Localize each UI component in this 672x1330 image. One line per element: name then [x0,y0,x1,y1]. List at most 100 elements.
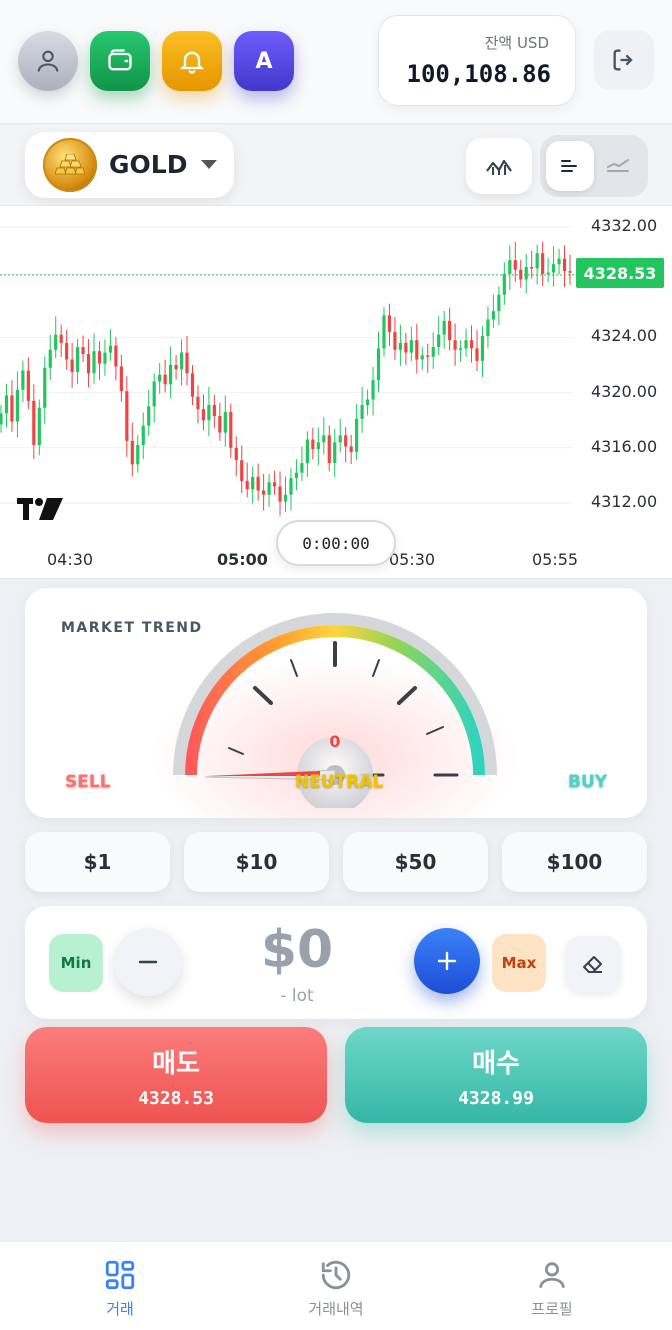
logout-button[interactable] [594,30,654,90]
candle-body [81,347,85,354]
balance-label: 잔액 USD [484,34,549,52]
candle-body [37,407,41,446]
candle-body [562,258,567,272]
candle-body [382,315,386,349]
candle-body [508,260,512,274]
indicator-chart-icon [486,159,512,175]
sell-button[interactable]: 매도 4328.53 [25,1027,327,1123]
candle-body [546,272,550,275]
bottom-nav: 거래 거래내역 프로필 [0,1241,672,1330]
nav-history[interactable]: 거래내역 [224,1242,448,1330]
candle-body [431,347,435,357]
candle-body [229,411,233,448]
candle-body [251,476,255,490]
candle-body [174,365,178,370]
candle-body [355,418,359,452]
candle-body [497,294,501,312]
candle-body [322,435,326,443]
wallet-button[interactable] [90,31,150,91]
candle-body [530,267,534,269]
candle-body [371,380,375,400]
line-view-button[interactable] [594,141,642,191]
candle-body [327,435,331,463]
preset-1-button[interactable]: $1 [25,832,170,892]
buy-label: 매수 [472,1049,520,1079]
nav-profile[interactable]: 프로필 [440,1242,664,1330]
candle-body [458,348,463,350]
candle-body [223,411,227,433]
candle-body [163,374,167,385]
candle-body [437,334,441,348]
buy-price: 4328.99 [458,1088,534,1109]
candle-body [283,494,288,502]
candle-body [267,482,271,495]
candle-body [469,340,474,349]
candle-body [179,352,184,370]
grid-icon [105,1260,135,1290]
candle-body [4,395,9,414]
profile-button[interactable] [18,31,78,91]
candle-body [442,320,446,335]
clear-button[interactable] [565,936,621,992]
candle-body [212,405,216,417]
minus-icon [138,960,158,964]
candle-body [426,355,430,357]
sell-label: 매도 [152,1049,200,1079]
candle-body [103,352,107,364]
candle-body [360,405,364,419]
candle-body [190,373,195,397]
candle-body [409,340,413,353]
candle-body [92,351,96,374]
candle-body [349,446,353,452]
candle-view-button[interactable] [546,141,594,191]
symbol-name: GOLD [109,150,188,179]
chart-type-toggle [540,135,648,197]
preset-10-button[interactable]: $10 [184,832,329,892]
nav-profile-label: 프로필 [531,1300,573,1318]
candle-body [294,472,299,479]
line-chart-icon [607,159,629,172]
candle-body [475,348,479,361]
candle-body [43,367,47,408]
candle-body [256,476,260,491]
candle-body [26,370,30,401]
candle-body [524,267,528,280]
candle-body [513,260,517,270]
header: A 잔액 USD 100,108.86 [0,0,672,124]
notifications-button[interactable] [162,31,222,91]
candle-body [185,352,189,374]
candle-body [59,334,63,343]
avatar-button[interactable]: A [234,31,294,91]
current-price-tag: 4328.53 [576,258,664,288]
buy-button[interactable]: 매수 4328.99 [345,1027,647,1123]
candle-body [393,331,397,350]
plus-icon [437,951,457,971]
candle-body [201,409,206,421]
nav-trade[interactable]: 거래 [8,1242,232,1330]
decrease-button[interactable] [114,928,182,996]
increase-button[interactable] [414,928,480,994]
candle-body [557,258,561,265]
candle-body [541,253,545,274]
candle-body [420,355,424,360]
symbol-selector[interactable]: GOLD [25,132,234,198]
user-icon [37,50,59,72]
preset-100-button[interactable]: $100 [502,832,647,892]
bell-icon [179,51,205,74]
candle-body [15,389,20,422]
candle-body [365,399,370,406]
candle-body [196,396,200,410]
candle-body [136,445,140,465]
trend-value: 0 [329,732,340,751]
lot-value: - lot [280,986,314,1006]
y-tick: 4320.00 [591,382,658,401]
tradingview-logo [17,497,63,527]
candle-body [305,439,309,463]
preset-50-button[interactable]: $50 [343,832,488,892]
candle-body [272,482,277,487]
profile-icon [539,1262,565,1288]
candle-body [491,311,496,320]
min-button[interactable]: Min [49,934,103,992]
indicators-button[interactable] [466,138,532,194]
max-button[interactable]: Max [492,934,546,992]
